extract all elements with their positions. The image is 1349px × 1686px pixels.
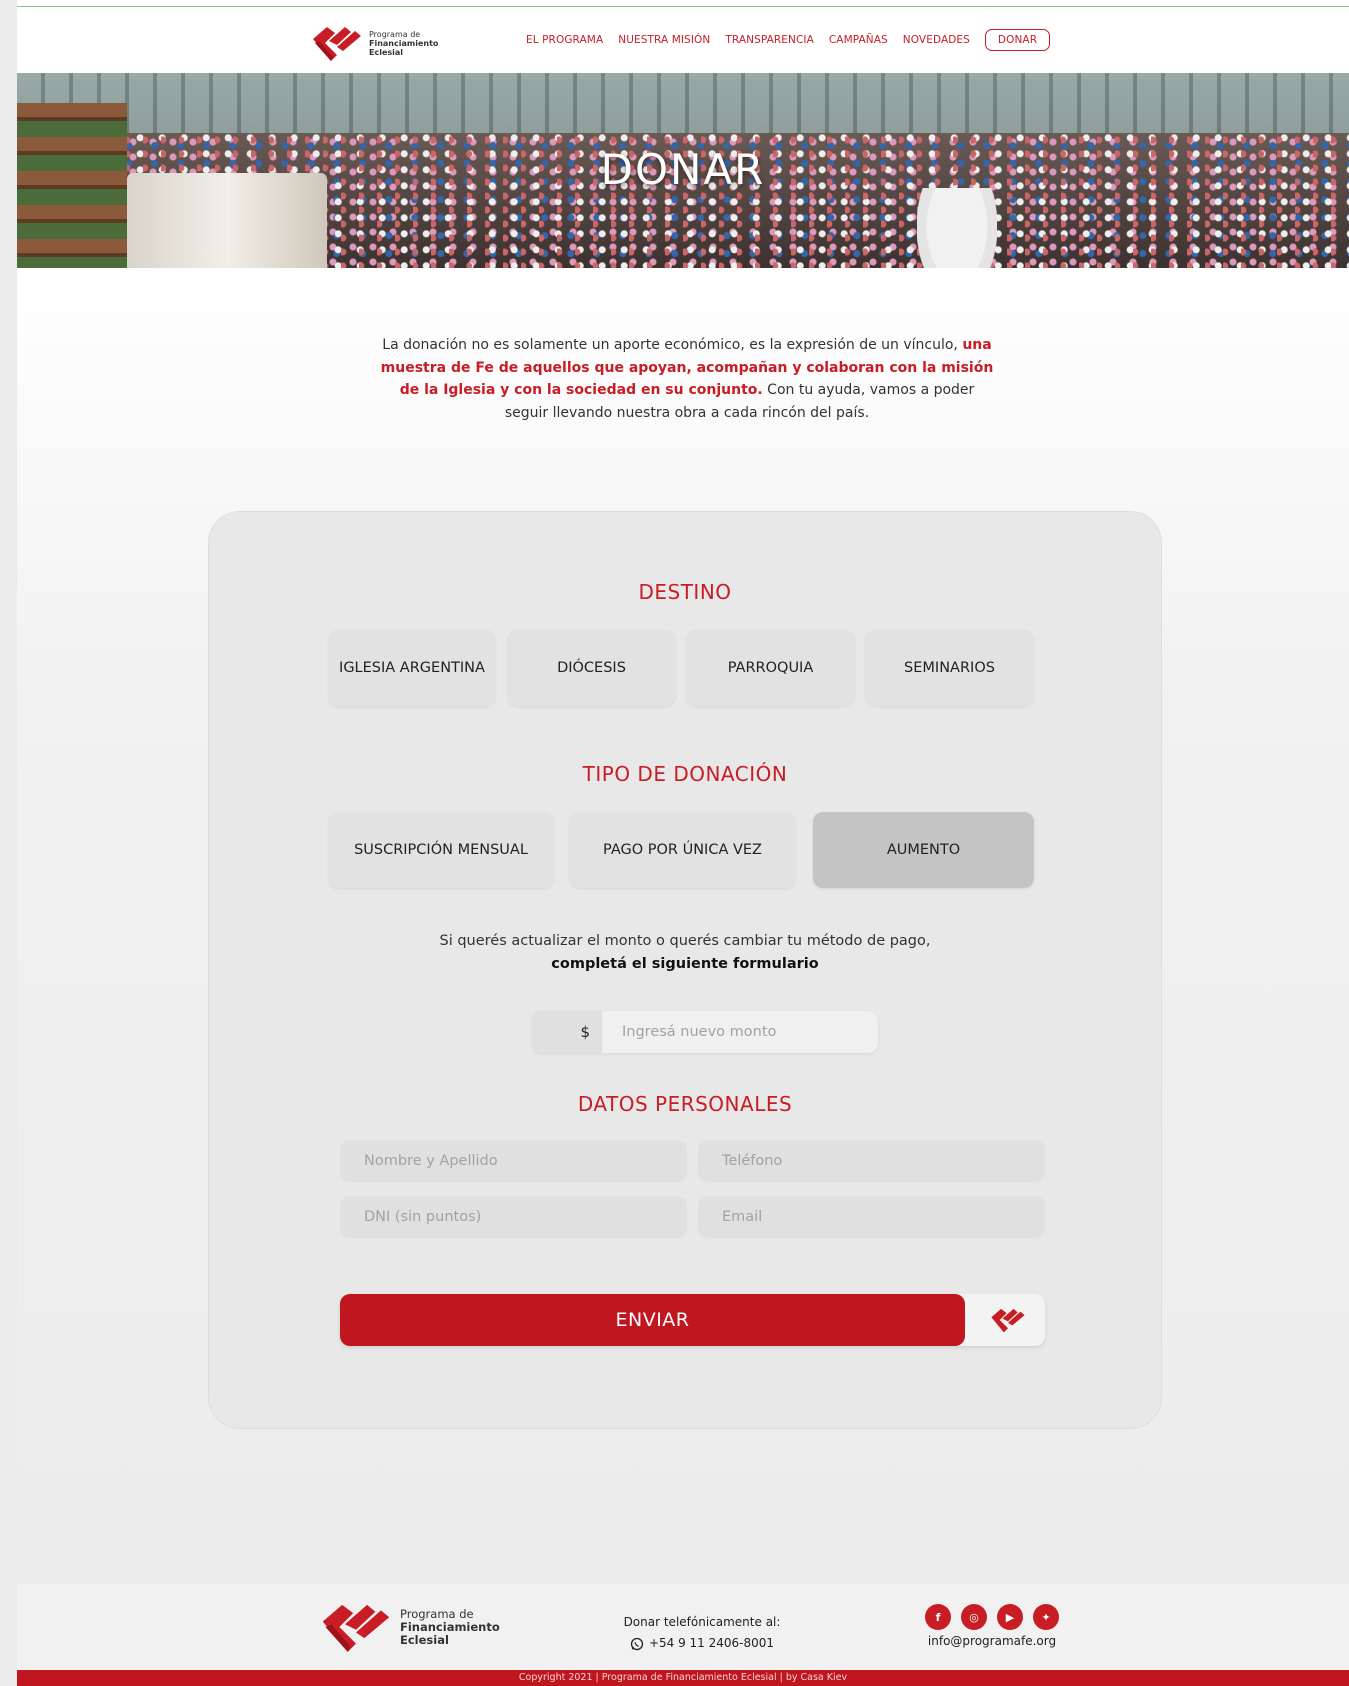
logo-line-3: Eclesial: [369, 47, 404, 57]
youtube-icon[interactable]: ▶: [997, 1604, 1023, 1630]
footer-logo-text: Programa de Financiamiento Eclesial: [400, 1606, 500, 1647]
page-title: DONAR: [600, 145, 766, 194]
tipo-donacion-title: TIPO DE DONACIÓN: [582, 762, 788, 786]
destino-option-parroquia[interactable]: PARROQUIA: [687, 630, 854, 706]
logo-line-1: Programa de: [369, 29, 421, 39]
twitter-icon[interactable]: ✦: [1033, 1604, 1059, 1630]
logo-mark-icon: [313, 27, 361, 61]
footer-phone-label: Donar telefónicamente al:: [623, 1615, 781, 1629]
facebook-icon[interactable]: f: [925, 1604, 951, 1630]
footer-phone-number: +54 9 11 2406-8001: [648, 1636, 775, 1650]
name-field[interactable]: [340, 1140, 687, 1182]
currency-symbol: $: [580, 1023, 590, 1041]
site-header: Programa de Financiamiento Eclesial EL P…: [17, 7, 1349, 73]
nav-nuestra-mision[interactable]: NUESTRA MISIÓN: [618, 34, 710, 46]
donation-form-card: DESTINO IGLESIA ARGENTINA DIÓCESIS PARRO…: [208, 511, 1162, 1429]
site-footer: Programa de Financiamiento Eclesial Dona…: [17, 1584, 1349, 1670]
footer-logo[interactable]: Programa de Financiamiento Eclesial: [320, 1599, 500, 1655]
amount-field: $: [532, 1011, 878, 1053]
destino-option-iglesia-argentina[interactable]: IGLESIA ARGENTINA: [329, 630, 495, 706]
intro-part-1: La donación no es solamente un aporte ec…: [382, 337, 958, 353]
footer-logo-line-1: Programa de: [400, 1606, 474, 1621]
hero-banner: DONAR: [17, 73, 1349, 268]
nav-novedades[interactable]: NOVEDADES: [903, 34, 970, 46]
tipo-option-aumento[interactable]: AUMENTO: [813, 812, 1034, 888]
footer-email[interactable]: info@programafe.org: [917, 1634, 1067, 1648]
nav-donar-button[interactable]: DONAR: [984, 29, 1051, 51]
logo-mark-icon: [991, 1308, 1025, 1333]
update-note-line-2: completá el siguiente formulario: [551, 956, 819, 972]
footer-social: f ◎ ▶ ✦ info@programafe.org: [917, 1604, 1067, 1648]
nav-el-programa[interactable]: EL PROGRAMA: [526, 34, 603, 46]
intro-text: La donación no es solamente un aporte ec…: [377, 334, 997, 424]
submit-area: ENVIAR: [340, 1294, 1045, 1346]
destino-title: DESTINO: [638, 580, 732, 604]
hero-image-person: [917, 188, 997, 268]
copyright-bar: Copyright 2021 | Programa de Financiamie…: [17, 1670, 1349, 1686]
header-logo[interactable]: Programa de Financiamiento Eclesial: [311, 23, 438, 63]
nav-transparencia[interactable]: TRANSPARENCIA: [725, 34, 814, 46]
page-left-gutter: [0, 0, 17, 1686]
tipo-option-suscripcion-mensual[interactable]: SUSCRIPCIÓN MENSUAL: [329, 812, 553, 888]
update-note: Si querés actualizar el monto o querés c…: [209, 930, 1161, 976]
instagram-icon[interactable]: ◎: [961, 1604, 987, 1630]
footer-phone: Donar telefónicamente al: +54 9 11 2406-…: [577, 1612, 827, 1658]
destino-option-diocesis[interactable]: DIÓCESIS: [508, 630, 675, 706]
whatsapp-icon: [630, 1637, 644, 1650]
enviar-button[interactable]: ENVIAR: [340, 1294, 965, 1346]
page: Programa de Financiamiento Eclesial EL P…: [17, 0, 1349, 1686]
footer-logo-line-2: Financiamiento: [400, 1619, 500, 1634]
update-note-line-1: Si querés actualizar el monto o querés c…: [439, 933, 931, 949]
amount-input[interactable]: [602, 1011, 878, 1053]
logo-mark-icon: [322, 1604, 390, 1652]
footer-logo-line-3: Eclesial: [400, 1632, 449, 1647]
logo-line-2: Financiamiento: [369, 38, 439, 48]
nav-campanas[interactable]: CAMPAÑAS: [829, 34, 888, 46]
email-field[interactable]: [698, 1196, 1045, 1238]
dni-field[interactable]: [340, 1196, 687, 1238]
tipo-option-pago-unica-vez[interactable]: PAGO POR ÚNICA VEZ: [570, 812, 795, 888]
footer-phone-line[interactable]: +54 9 11 2406-8001: [630, 1633, 774, 1654]
main-nav: EL PROGRAMA NUESTRA MISIÓN TRANSPARENCIA…: [526, 29, 1051, 51]
destino-option-seminarios[interactable]: SEMINARIOS: [866, 630, 1033, 706]
phone-field[interactable]: [698, 1140, 1045, 1182]
logo-text: Programa de Financiamiento Eclesial: [369, 30, 438, 57]
social-icons: f ◎ ▶ ✦: [917, 1604, 1067, 1630]
datos-personales-title: DATOS PERSONALES: [577, 1092, 793, 1116]
